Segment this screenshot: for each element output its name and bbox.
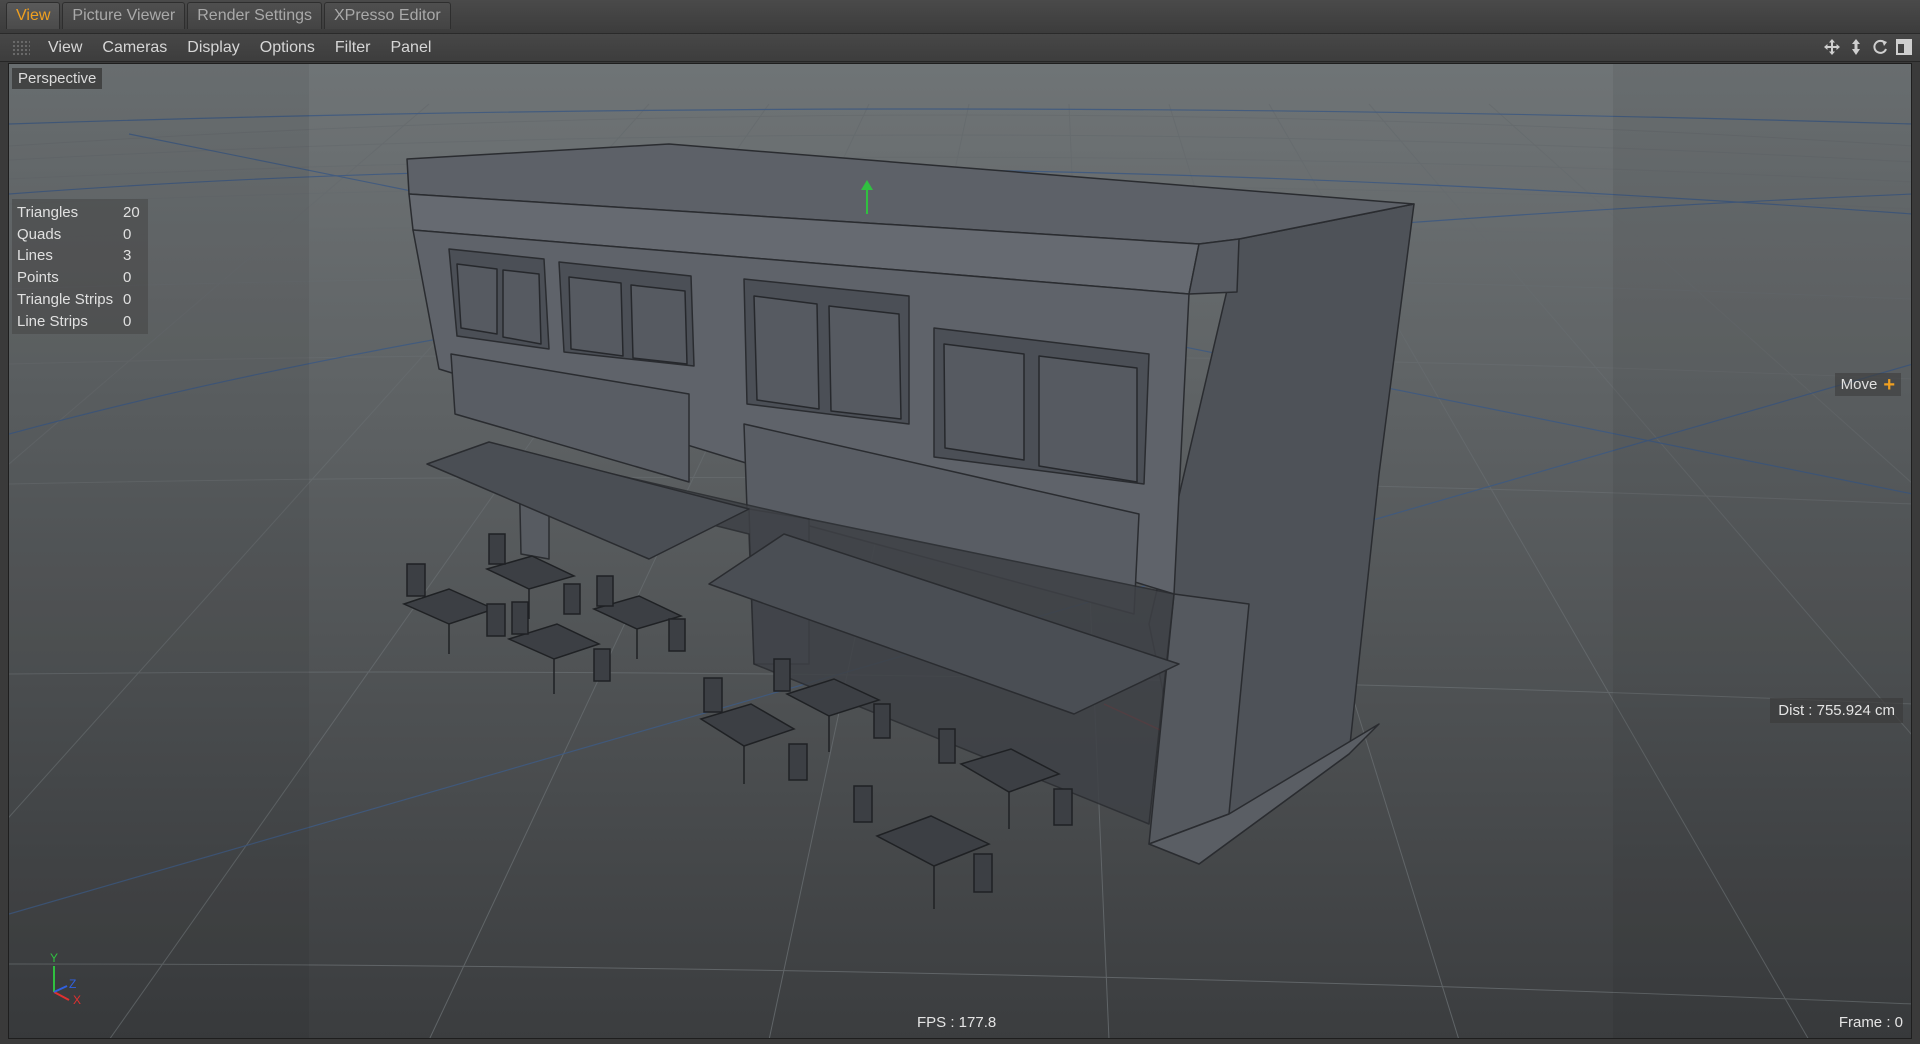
- stat-label: Triangle Strips: [17, 290, 114, 308]
- stat-value: 0: [123, 312, 132, 330]
- scene-statistics-panel: Triangles 20 Quads 0 Lines 3 Points 0 Triang…: [12, 199, 148, 335]
- tab-render-settings[interactable]: Render Settings: [187, 2, 322, 29]
- view-navigation-icons: [1822, 37, 1914, 57]
- rotate-view-icon[interactable]: [1870, 37, 1890, 57]
- viewport-menu-bar: View Cameras Display Options Filter Pane…: [0, 34, 1920, 62]
- menu-panel[interactable]: Panel: [380, 34, 441, 62]
- tab-bar: View Picture Viewer Render Settings XPre…: [0, 0, 1920, 34]
- frame-readout: Frame : 0: [1838, 1014, 1903, 1031]
- menu-filter[interactable]: Filter: [325, 34, 381, 62]
- stat-value: 0: [123, 269, 132, 287]
- move-tool-icon: +: [1883, 373, 1895, 396]
- axis-x-label: X: [73, 993, 81, 1004]
- dolly-view-icon[interactable]: [1846, 37, 1866, 57]
- stat-label: Lines: [17, 247, 53, 265]
- fps-readout: FPS : 177.8: [917, 1014, 997, 1031]
- menu-cameras[interactable]: Cameras: [92, 34, 177, 62]
- axis-y-label: Y: [50, 951, 58, 965]
- stat-label: Line Strips: [17, 312, 88, 330]
- stat-row-lines: Lines 3: [17, 245, 143, 267]
- drag-grip-icon[interactable]: [12, 39, 30, 56]
- camera-label[interactable]: Perspective: [12, 68, 103, 89]
- stat-row-line-strips: Line Strips 0: [17, 311, 143, 333]
- tab-picture-viewer[interactable]: Picture Viewer: [62, 2, 186, 29]
- world-axis-widget: Y Z X: [50, 951, 81, 1004]
- menu-display[interactable]: Display: [177, 34, 249, 62]
- stat-label: Quads: [17, 225, 62, 243]
- stat-label: Points: [17, 269, 59, 287]
- safe-frame-right: [1613, 64, 1911, 1038]
- menu-options[interactable]: Options: [250, 34, 325, 62]
- tab-view[interactable]: View: [6, 2, 61, 29]
- stat-row-triangles: Triangles 20: [17, 202, 143, 224]
- stat-row-points: Points 0: [17, 267, 143, 289]
- axis-z-label: Z: [69, 977, 76, 991]
- active-tool-hud: Move +: [1834, 373, 1901, 396]
- stat-row-quads: Quads 0: [17, 224, 143, 246]
- toggle-panel-icon[interactable]: [1894, 37, 1914, 57]
- stat-value: 0: [123, 290, 132, 308]
- stat-row-triangle-strips: Triangle Strips 0: [17, 289, 143, 311]
- stat-value: 0: [123, 225, 132, 243]
- menu-view[interactable]: View: [38, 34, 92, 62]
- tab-xpresso-editor[interactable]: XPresso Editor: [323, 2, 451, 29]
- stat-label: Triangles: [17, 204, 79, 221]
- stat-value: 20: [123, 204, 140, 221]
- active-tool-label: Move: [1840, 376, 1878, 393]
- stat-value: 3: [123, 247, 132, 265]
- move-view-icon[interactable]: [1822, 37, 1842, 57]
- scene-render[interactable]: [9, 64, 1912, 1039]
- camera-distance-readout: Dist : 755.924 cm: [1770, 698, 1903, 723]
- 3d-viewport[interactable]: Perspective Triangles 20 Quads 0 Lines 3 Po…: [8, 63, 1912, 1039]
